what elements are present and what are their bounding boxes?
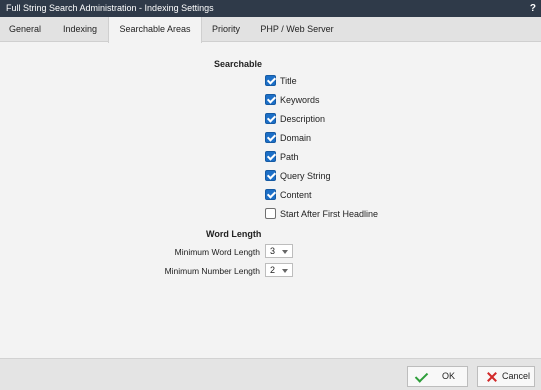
window-title: Full String Search Administration - Inde… [6, 3, 214, 13]
cancel-button[interactable]: Cancel [477, 366, 535, 387]
min-number-length-select[interactable]: 2 [265, 263, 293, 277]
min-word-length-label: Minimum Word Length [174, 247, 260, 257]
dialog-footer: OK Cancel [0, 358, 541, 390]
chevron-down-icon [282, 250, 288, 254]
checkbox-title-label: Title [280, 76, 297, 86]
checkbox-start-after-first-headline-label: Start After First Headline [280, 209, 379, 219]
checkbox-keywords-box[interactable] [265, 94, 276, 105]
min-number-length-value: 2 [270, 265, 276, 275]
tab-priority[interactable]: Priority [201, 17, 251, 42]
title-bar: Full String Search Administration - Inde… [0, 0, 541, 17]
searchable-heading: Searchable [214, 59, 263, 69]
checkbox-content-box[interactable] [265, 189, 276, 200]
ok-button[interactable]: OK [407, 366, 468, 387]
ok-button-label: OK [442, 371, 456, 381]
tab-general[interactable]: General [0, 17, 50, 42]
checkbox-query-string-box[interactable] [265, 170, 276, 181]
min-word-length-value: 3 [270, 246, 276, 256]
tab-searchable-areas[interactable]: Searchable Areas [108, 17, 202, 43]
checkbox-query-string-label: Query String [280, 171, 331, 181]
checkbox-path-label: Path [280, 152, 299, 162]
checkbox-content-label: Content [280, 190, 312, 200]
min-number-length-label: Minimum Number Length [164, 266, 260, 276]
cancel-button-label: Cancel [502, 371, 531, 381]
check-icon [414, 369, 429, 383]
tab-bar: General Indexing Searchable Areas Priori… [0, 17, 541, 43]
checkbox-description-box[interactable] [265, 113, 276, 124]
settings-panel: Searchable Title Keywords Description Do… [0, 42, 541, 358]
word-length-heading: Word Length [206, 229, 262, 239]
close-icon [486, 371, 498, 383]
checkbox-start-after-first-headline-box[interactable] [265, 208, 276, 219]
checkbox-description-label: Description [280, 114, 326, 124]
checkbox-path-box[interactable] [265, 151, 276, 162]
help-icon[interactable]: ? [530, 0, 536, 17]
checkbox-domain-label: Domain [280, 133, 312, 143]
checkbox-keywords-label: Keywords [280, 95, 320, 105]
checkbox-domain-box[interactable] [265, 132, 276, 143]
tab-indexing[interactable]: Indexing [52, 17, 108, 42]
chevron-down-icon [282, 269, 288, 273]
checkbox-title-box[interactable] [265, 75, 276, 86]
min-word-length-select[interactable]: 3 [265, 244, 293, 258]
tab-php-web-server[interactable]: PHP / Web Server [253, 17, 341, 42]
